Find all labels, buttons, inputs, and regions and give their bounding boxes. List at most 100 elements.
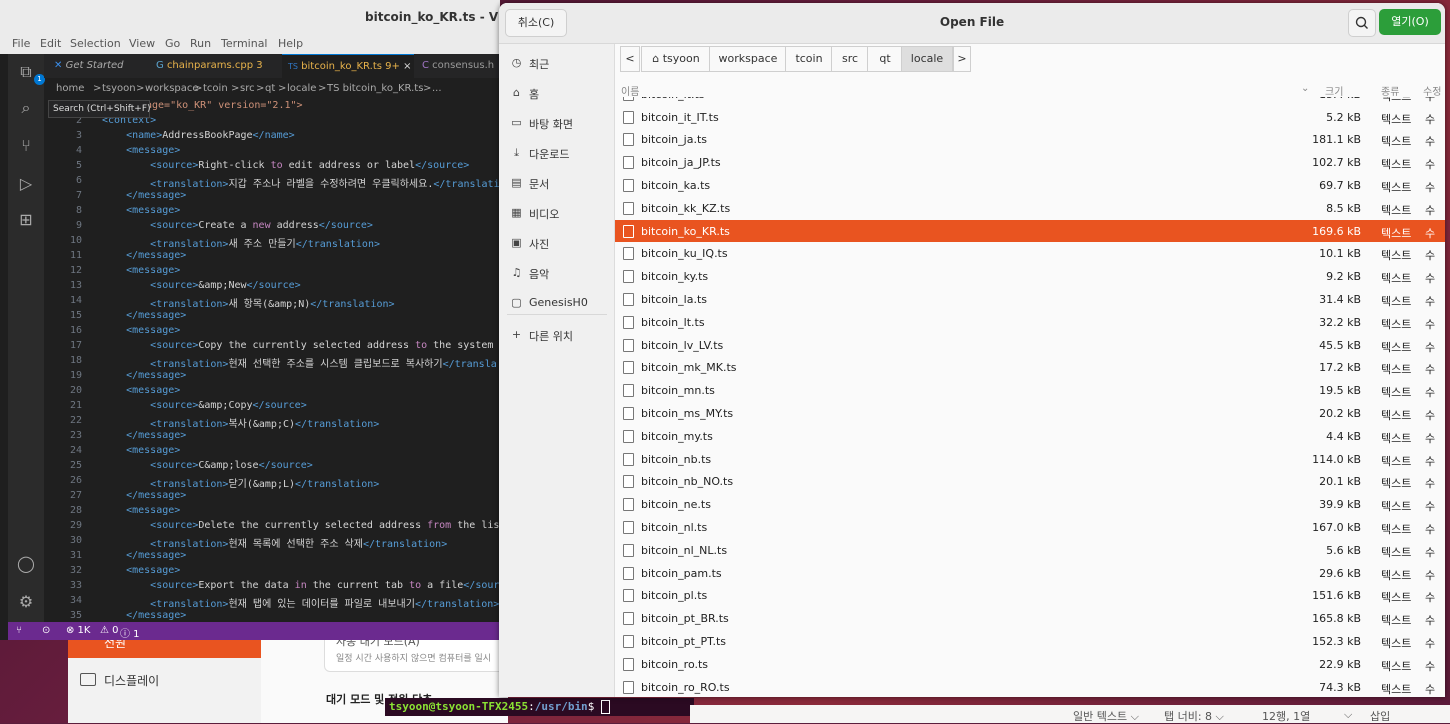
menu-terminal[interactable]: Terminal bbox=[221, 37, 268, 50]
menu-selection[interactable]: Selection bbox=[70, 37, 121, 50]
path-back-button[interactable]: < bbox=[620, 46, 640, 72]
menu-file[interactable]: File bbox=[12, 37, 30, 50]
breadcrumb-item[interactable]: locale bbox=[287, 83, 316, 94]
open-button[interactable]: 열기(O) bbox=[1379, 9, 1441, 35]
breadcrumb-item[interactable]: src bbox=[240, 83, 255, 94]
file-row[interactable]: bitcoin_nl_NL.ts 5.6 kB 텍스트 수 bbox=[615, 539, 1445, 562]
menu-view[interactable]: View bbox=[129, 37, 155, 50]
sidebar-item-folder[interactable]: ▢ GenesisH0 bbox=[499, 290, 614, 316]
search-button[interactable] bbox=[1348, 9, 1376, 37]
column-name[interactable]: 이름 bbox=[621, 83, 639, 98]
path-home-tsyoon[interactable]: ⌂ tsyoon bbox=[641, 46, 711, 72]
file-row[interactable]: bitcoin_ko_KR.ts 169.6 kB 텍스트 수 bbox=[615, 219, 1445, 243]
sidebar-item-plus[interactable]: + 다른 위치 bbox=[499, 322, 614, 348]
file-size: 165.8 kB bbox=[1312, 612, 1361, 626]
tab-chainparams[interactable]: G chainparams.cpp 3 bbox=[150, 54, 280, 78]
sidebar-item-picture[interactable]: ▣ 사진 bbox=[499, 230, 614, 256]
file-type: 텍스트 bbox=[1381, 454, 1412, 468]
path-src[interactable]: src bbox=[831, 46, 869, 72]
path-workspace[interactable]: workspace bbox=[709, 46, 787, 72]
sidebar-item-desktop[interactable]: ▭ 바탕 화면 bbox=[499, 110, 614, 136]
search-icon[interactable]: ⌕ bbox=[16, 98, 36, 118]
language-selector[interactable]: 일반 텍스트 ⌵ bbox=[1073, 708, 1139, 724]
path-forward-button[interactable]: > bbox=[953, 46, 971, 72]
file-row[interactable]: bitcoin_it_IT.ts 5.2 kB 텍스트 수 bbox=[615, 106, 1445, 129]
live-share-icon[interactable]: ⊙ bbox=[42, 625, 50, 636]
settings-item-display[interactable]: 디스플레이 bbox=[104, 672, 159, 689]
info-count[interactable]: ⓘ 1 bbox=[120, 625, 140, 640]
breadcrumb-item[interactable]: ... bbox=[432, 83, 442, 94]
tab-bitcoin-ko-kr[interactable]: TS bitcoin_ko_KR.ts 9+ × bbox=[282, 54, 414, 79]
sidebar-item-music[interactable]: ♫ 음악 bbox=[499, 260, 614, 286]
file-name: bitcoin_kk_KZ.ts bbox=[641, 201, 731, 215]
position-dropdown[interactable]: ⌵ bbox=[1344, 708, 1352, 722]
breadcrumb-item[interactable]: home bbox=[56, 83, 84, 94]
path-qt[interactable]: qt bbox=[867, 46, 903, 72]
file-name: bitcoin_nl.ts bbox=[641, 520, 708, 534]
explorer-icon[interactable]: ⧉ bbox=[16, 62, 36, 82]
remote-icon[interactable]: ⑂ bbox=[16, 625, 22, 636]
gear-icon[interactable]: ⚙ bbox=[16, 592, 36, 612]
path-locale[interactable]: locale bbox=[901, 46, 953, 72]
sidebar-item-home[interactable]: ⌂ 홈 bbox=[499, 80, 614, 106]
file-row[interactable]: bitcoin_nb.ts 114.0 kB 텍스트 수 bbox=[615, 448, 1445, 471]
sidebar-item-clock[interactable]: ◷ 최근 bbox=[499, 50, 614, 76]
terminal-prompt[interactable]: tsyoon@tsyoon-TFX2455:/usr/bin$ bbox=[385, 698, 694, 716]
file-row[interactable]: bitcoin_ky.ts 9.2 kB 텍스트 수 bbox=[615, 265, 1445, 288]
column-size[interactable]: 크기 bbox=[1325, 83, 1343, 98]
menu-edit[interactable]: Edit bbox=[40, 37, 61, 50]
column-modified[interactable]: 수정 bbox=[1423, 83, 1441, 98]
menu-help[interactable]: Help bbox=[278, 37, 303, 50]
extensions-icon[interactable]: ⊞ bbox=[16, 210, 36, 230]
file-row[interactable]: bitcoin_ms_MY.ts 20.2 kB 텍스트 수 bbox=[615, 402, 1445, 425]
file-row[interactable]: bitcoin_kk_KZ.ts 8.5 kB 텍스트 수 bbox=[615, 197, 1445, 220]
path-tcoin[interactable]: tcoin bbox=[785, 46, 833, 72]
tab-width-selector[interactable]: 탭 너비: 8 ⌵ bbox=[1164, 708, 1224, 724]
file-row[interactable]: bitcoin_ku_IQ.ts 10.1 kB 텍스트 수 bbox=[615, 242, 1445, 265]
errors-count[interactable]: ⊗ 1K bbox=[66, 625, 90, 636]
file-row[interactable]: bitcoin_nb_NO.ts 20.1 kB 텍스트 수 bbox=[615, 470, 1445, 493]
tab-close-icon[interactable]: × bbox=[403, 61, 411, 72]
file-row[interactable]: bitcoin_lt.ts 32.2 kB 텍스트 수 bbox=[615, 311, 1445, 334]
file-row[interactable]: bitcoin_pam.ts 29.6 kB 텍스트 수 bbox=[615, 562, 1445, 585]
file-row[interactable]: bitcoin_ro_RO.ts 74.3 kB 텍스트 수 bbox=[615, 676, 1445, 698]
file-row[interactable]: bitcoin_mn.ts 19.5 kB 텍스트 수 bbox=[615, 379, 1445, 402]
account-icon[interactable]: ◯ bbox=[16, 554, 36, 574]
code-editor[interactable]: age="ko_KR" version="2.1"> 2 <context> 3 <… bbox=[44, 98, 500, 621]
file-row[interactable]: bitcoin_pt_BR.ts 165.8 kB 텍스트 수 bbox=[615, 607, 1445, 630]
source-control-icon[interactable]: ⑂ bbox=[16, 136, 36, 156]
run-debug-icon[interactable]: ▷ bbox=[16, 174, 36, 194]
menu-run[interactable]: Run bbox=[190, 37, 211, 50]
breadcrumb-item[interactable]: qt bbox=[265, 83, 275, 94]
breadcrumb-item[interactable]: tsyoon bbox=[102, 83, 136, 94]
tab-get-started[interactable]: ✕ Get Started bbox=[48, 54, 148, 78]
file-row[interactable]: bitcoin_my.ts 4.4 kB 텍스트 수 bbox=[615, 425, 1445, 448]
file-row[interactable]: bitcoin_ja_JP.ts 102.7 kB 텍스트 수 bbox=[615, 151, 1445, 174]
tab-consensus[interactable]: C consensus.h bbox=[416, 54, 506, 78]
menu-go[interactable]: Go bbox=[165, 37, 180, 50]
breadcrumb-item[interactable]: workspace bbox=[145, 83, 199, 94]
file-row[interactable]: bitcoin_ne.ts 39.9 kB 텍스트 수 bbox=[615, 493, 1445, 516]
cursor-position[interactable]: 12행, 1열 bbox=[1262, 708, 1310, 724]
file-row[interactable]: bitcoin_ro.ts 22.9 kB 텍스트 수 bbox=[615, 653, 1445, 676]
file-row[interactable]: bitcoin_it.ts 15.4 kB 텍스트 수 bbox=[615, 97, 1445, 105]
insert-mode[interactable]: 삽입 bbox=[1370, 708, 1390, 724]
sidebar-item-document[interactable]: ▤ 문서 bbox=[499, 170, 614, 196]
warnings-count[interactable]: ⚠ 0 bbox=[100, 625, 119, 636]
file-row[interactable]: bitcoin_ka.ts 69.7 kB 텍스트 수 bbox=[615, 174, 1445, 197]
desktop-icon: ▭ bbox=[511, 116, 522, 129]
file-row[interactable]: bitcoin_ja.ts 181.1 kB 텍스트 수 bbox=[615, 128, 1445, 151]
text-file-icon bbox=[623, 97, 634, 101]
file-row[interactable]: bitcoin_mk_MK.ts 17.2 kB 텍스트 수 bbox=[615, 356, 1445, 379]
breadcrumb-item[interactable]: TS bitcoin_ko_KR.ts bbox=[327, 83, 423, 94]
file-row[interactable]: bitcoin_nl.ts 167.0 kB 텍스트 수 bbox=[615, 516, 1445, 539]
file-row[interactable]: bitcoin_pl.ts 151.6 kB 텍스트 수 bbox=[615, 584, 1445, 607]
file-name: bitcoin_ne.ts bbox=[641, 498, 711, 512]
column-type[interactable]: 종류 bbox=[1381, 83, 1399, 98]
file-row[interactable]: bitcoin_lv_LV.ts 45.5 kB 텍스트 수 bbox=[615, 334, 1445, 357]
file-row[interactable]: bitcoin_la.ts 31.4 kB 텍스트 수 bbox=[615, 288, 1445, 311]
file-row[interactable]: bitcoin_pt_PT.ts 152.3 kB 텍스트 수 bbox=[615, 630, 1445, 653]
sidebar-item-download[interactable]: ⤓ 다운로드 bbox=[499, 140, 614, 166]
sidebar-item-video[interactable]: ▦ 비디오 bbox=[499, 200, 614, 226]
breadcrumb-item[interactable]: tcoin bbox=[203, 83, 228, 94]
